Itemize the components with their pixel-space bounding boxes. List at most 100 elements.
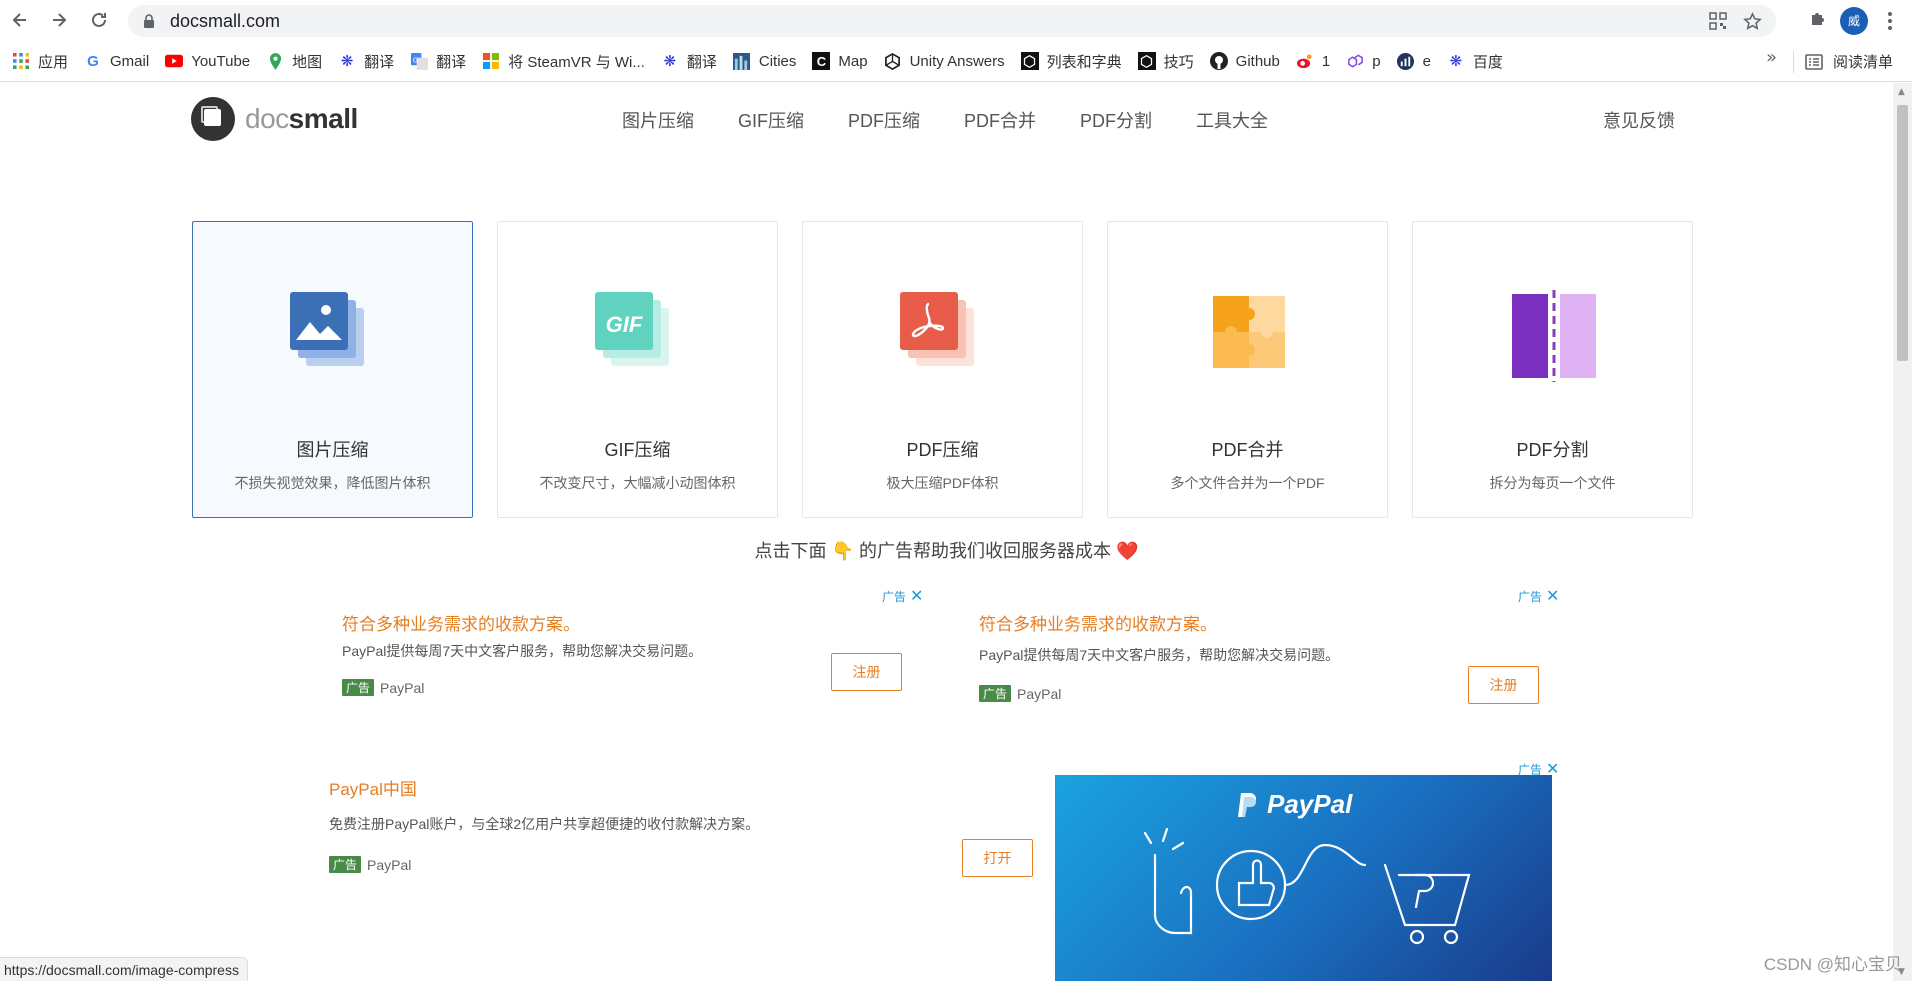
card-title: PDF压缩	[906, 440, 979, 460]
bookmark-star-icon[interactable]	[1742, 11, 1762, 31]
pdf-merge-icon	[1201, 290, 1297, 386]
heart-icon: ❤️	[1116, 541, 1139, 561]
page-scrollbar[interactable]: ▲ ▼	[1893, 83, 1912, 981]
browser-menu-icon[interactable]	[1880, 11, 1900, 30]
ad-title[interactable]: 符合多种业务需求的收款方案。	[342, 610, 902, 635]
bookmark-e[interactable]: e	[1395, 46, 1441, 76]
github-icon	[1209, 52, 1228, 70]
nav-tools[interactable]: 工具大全	[1196, 107, 1268, 133]
bookmarks-divider	[1793, 51, 1794, 73]
forward-button[interactable]	[41, 2, 77, 38]
card-desc: 极大压缩PDF体积	[886, 475, 999, 491]
back-button[interactable]	[2, 2, 38, 38]
nav-gif-compress[interactable]: GIF压缩	[738, 107, 804, 133]
card-pdf-split[interactable]: PDF分割 拆分为每页一个文件	[1412, 221, 1693, 518]
bookmark-maps[interactable]: 地图	[264, 46, 332, 76]
card-image-compress[interactable]: 图片压缩 不损失视觉效果，降低图片体积	[192, 221, 473, 518]
docsmall-logo[interactable]: docsmall	[191, 97, 358, 141]
ad-tag: 广告	[342, 679, 375, 697]
ad-tag: 广告	[329, 856, 362, 874]
ad-tag: 广告	[979, 685, 1012, 703]
feedback-link[interactable]: 意见反馈	[1603, 107, 1675, 133]
svg-text:G: G	[413, 55, 419, 64]
status-link-preview: https://docsmall.com/image-compress	[0, 957, 248, 981]
ad-open-button[interactable]: 打开	[962, 839, 1033, 877]
image-compress-icon	[286, 290, 382, 386]
ad-choices-1[interactable]: 广告 ✕	[882, 588, 923, 605]
logo-text-doc: doc	[245, 103, 289, 134]
card-pdf-merge[interactable]: PDF合并 多个文件合并为一个PDF	[1107, 221, 1388, 518]
reload-button[interactable]	[81, 2, 117, 38]
baidu-paw-icon: ❋	[663, 53, 677, 70]
card-gif-compress[interactable]: GIF GIF压缩 不改变尺寸，大幅减小动图体积	[497, 221, 778, 518]
bookmark-map[interactable]: C Map	[810, 46, 877, 76]
ad-block-2[interactable]: 符合多种业务需求的收款方案。 PayPal提供每周7天中文客户服务，帮助您解决交…	[979, 610, 1539, 720]
cities-icon	[733, 52, 751, 70]
csdn-watermark: CSDN @知心宝贝	[1763, 955, 1902, 974]
bookmark-baidu[interactable]: ❋ 百度	[1445, 46, 1513, 76]
ad-title[interactable]: PayPal中国	[329, 775, 1033, 800]
nav-image-compress[interactable]: 图片压缩	[622, 107, 694, 133]
paypal-banner-ad[interactable]: PayPal	[1055, 775, 1552, 981]
tool-cards: 图片压缩 不损失视觉效果，降低图片体积 GIF GIF压缩 不改变尺寸，大幅减小…	[192, 221, 1693, 518]
bookmark-github[interactable]: Github	[1208, 46, 1290, 76]
maps-pin-icon	[266, 52, 284, 70]
bookmark-lists-dicts[interactable]: 列表和字典	[1019, 46, 1132, 76]
url-text: docsmall.com	[170, 10, 281, 31]
bookmark-translate-baidu[interactable]: ❋ 翻译	[336, 46, 404, 76]
nav-pdf-merge[interactable]: PDF合并	[964, 107, 1036, 133]
close-icon: ✕	[1546, 587, 1560, 605]
ad-title[interactable]: 符合多种业务需求的收款方案。	[979, 610, 1539, 635]
ad-brand: PayPal	[380, 679, 425, 696]
ad-register-button[interactable]: 注册	[831, 653, 902, 691]
bookmark-steamvr[interactable]: 将 SteamVR 与 Wi...	[480, 46, 655, 76]
main-nav: 图片压缩 GIF压缩 PDF压缩 PDF合并 PDF分割 工具大全	[622, 107, 1312, 133]
ad-choices-2[interactable]: 广告 ✕	[1518, 588, 1559, 605]
address-bar[interactable]: docsmall.com	[128, 5, 1776, 37]
bookmarks-more-button[interactable]: »	[1766, 47, 1777, 68]
reload-icon	[92, 12, 106, 27]
bookmarks-bar: 应用 G Gmail YouTube 地图 ❋ 翻译 G 翻译 将 SteamV…	[0, 41, 1912, 82]
ad-brand: PayPal	[367, 856, 412, 873]
baidu-paw-icon: ❋	[340, 53, 354, 70]
docsmall-logo-icon	[191, 97, 235, 141]
scroll-up-icon[interactable]: ▲	[1898, 87, 1905, 97]
weibo-icon	[1296, 52, 1314, 70]
ad-choices-banner[interactable]: 广告 ✕	[1518, 761, 1559, 778]
paypal-illustration	[1143, 827, 1471, 945]
ad-text: PayPal提供每周7天中文客户服务，帮助您解决交易问题。	[979, 647, 1340, 663]
nav-pdf-split[interactable]: PDF分割	[1080, 107, 1152, 133]
ad-register-button[interactable]: 注册	[1468, 666, 1539, 704]
bookmark-youtube[interactable]: YouTube	[163, 46, 260, 76]
card-desc: 不改变尺寸，大幅减小动图体积	[539, 475, 736, 491]
bookmark-weibo[interactable]: 1	[1294, 46, 1340, 76]
bookmark-translate-google[interactable]: G 翻译	[408, 46, 476, 76]
google-translate-icon: G	[410, 52, 428, 70]
profile-avatar[interactable]: 威	[1840, 6, 1868, 35]
bookmark-translate-baidu-2[interactable]: ❋ 翻译	[659, 46, 727, 76]
card-desc: 多个文件合并为一个PDF	[1170, 475, 1325, 491]
nav-pdf-compress[interactable]: PDF压缩	[848, 107, 920, 133]
logo-text-small: small	[288, 103, 359, 134]
bookmark-polygon[interactable]: p	[1344, 46, 1390, 76]
close-icon: ✕	[910, 587, 924, 605]
ad-block-3[interactable]: PayPal中国 免费注册PayPal账户，与全球2亿用户共享超便捷的收付款解决…	[329, 775, 1033, 885]
ad-text: 免费注册PayPal账户，与全球2亿用户共享超便捷的收付款解决方案。	[329, 816, 760, 832]
qr-code-icon[interactable]	[1708, 11, 1728, 31]
ad-block-1[interactable]: 符合多种业务需求的收款方案。 PayPal提供每周7天中文客户服务，帮助您解决交…	[342, 610, 902, 710]
youtube-icon	[165, 52, 184, 70]
ad-notice: 点击下面 👇 的广告帮助我们收回服务器成本 ❤️	[754, 541, 1139, 561]
arrow-right-icon	[53, 13, 67, 27]
bookmark-apps[interactable]: 应用	[10, 46, 78, 76]
card-pdf-compress[interactable]: PDF压缩 极大压缩PDF体积	[802, 221, 1083, 518]
reading-list-button[interactable]: 阅读清单	[1805, 41, 1893, 82]
bookmark-cities[interactable]: Cities	[731, 46, 807, 76]
chart-icon	[1397, 52, 1415, 70]
gif-icon-text: GIF	[605, 312, 643, 337]
bookmark-tips[interactable]: 技巧	[1136, 46, 1204, 76]
bookmark-gmail[interactable]: G Gmail	[82, 46, 159, 76]
scrollbar-thumb[interactable]	[1897, 105, 1908, 361]
bookmark-unity-answers[interactable]: Unity Answers	[882, 46, 1015, 76]
extensions-puzzle-icon[interactable]	[1808, 9, 1828, 33]
pdf-compress-icon	[896, 290, 992, 386]
